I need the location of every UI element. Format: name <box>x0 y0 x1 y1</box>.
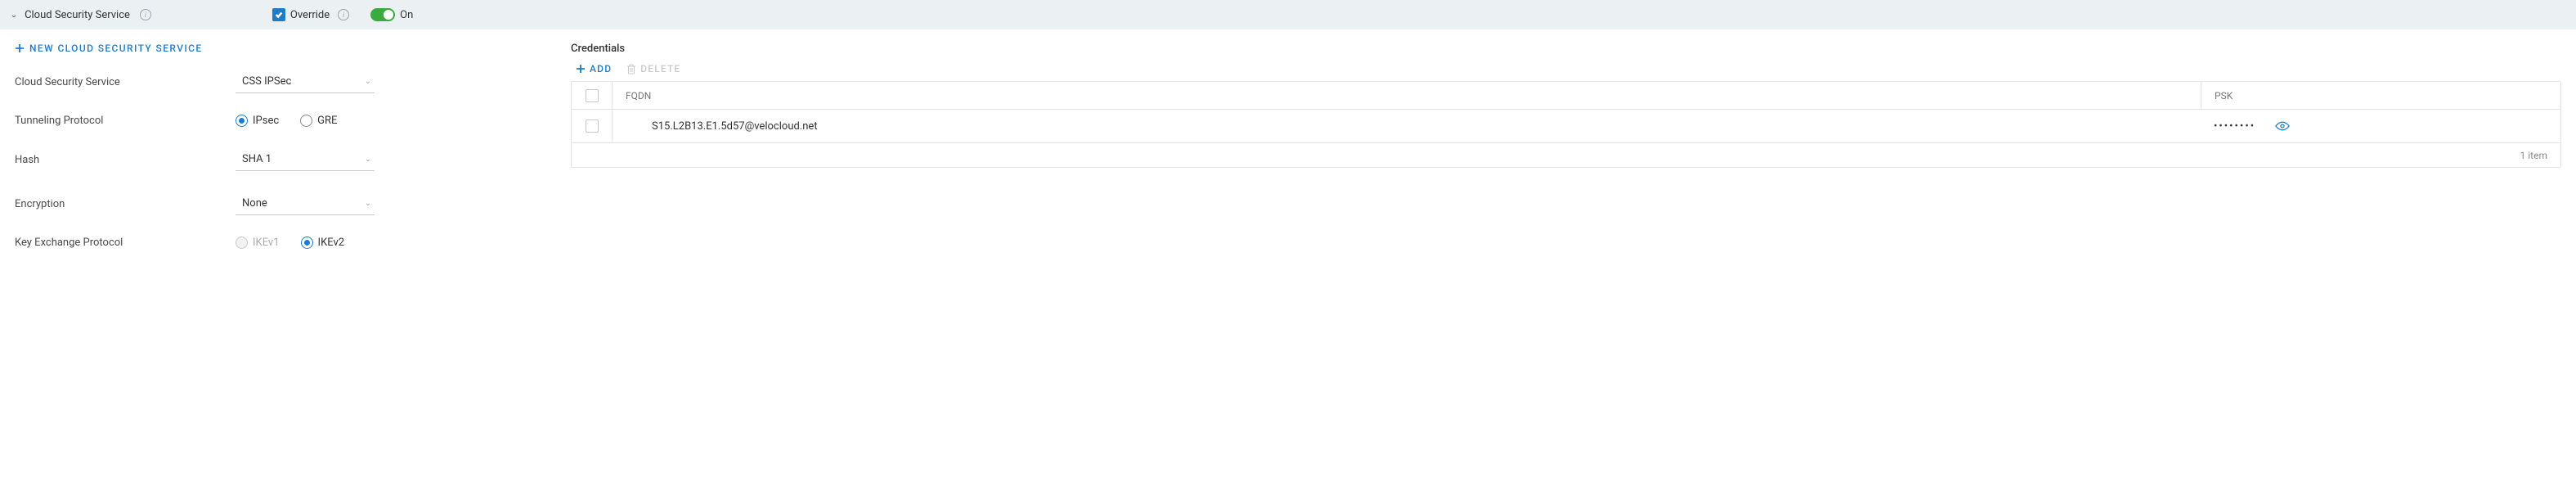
radio-ikev1-label: IKEv1 <box>253 237 280 249</box>
table-row: S15.L2B13.E1.5d57@velocloud.net •••••••• <box>572 110 2560 142</box>
credentials-panel: Credentials ADD DELETE FQDN PSK <box>571 43 2561 249</box>
encryption-label: Encryption <box>15 198 236 210</box>
radio-icon <box>301 237 313 249</box>
radio-icon <box>236 237 248 249</box>
plus-icon <box>576 64 586 74</box>
encryption-select[interactable]: None ⌄ <box>236 192 375 215</box>
radio-ikev2[interactable]: IKEv2 <box>301 237 345 249</box>
radio-gre[interactable]: GRE <box>300 115 337 127</box>
row-checkbox-cell <box>572 110 613 142</box>
info-icon[interactable]: i <box>338 9 349 20</box>
kex-label: Key Exchange Protocol <box>15 237 236 249</box>
radio-ipsec-label: IPsec <box>253 115 279 127</box>
hash-select[interactable]: SHA 1 ⌄ <box>236 148 375 171</box>
toggle-label: On <box>400 9 413 21</box>
caret-down-icon: ⌄ <box>365 199 371 208</box>
row-psk-cell: •••••••• <box>2201 110 2560 142</box>
radio-ipsec[interactable]: IPsec <box>236 115 279 127</box>
section-title: Cloud Security Service <box>25 9 130 21</box>
radio-icon <box>300 115 312 127</box>
row-fqdn: S15.L2B13.E1.5d57@velocloud.net <box>613 110 2201 142</box>
css-label: Cloud Security Service <box>15 76 236 88</box>
table-header: FQDN PSK <box>572 82 2560 110</box>
section-header: ⌄ Cloud Security Service i Override i On <box>0 0 2576 29</box>
radio-icon <box>236 115 248 127</box>
plus-icon <box>15 43 25 53</box>
css-select-value: CSS IPSec <box>242 75 291 88</box>
add-button[interactable]: ADD <box>576 63 612 74</box>
override-group: Override i On <box>272 8 413 21</box>
delete-label: DELETE <box>640 63 680 74</box>
override-checkbox[interactable] <box>272 8 285 21</box>
tunneling-label: Tunneling Protocol <box>15 115 236 127</box>
override-label: Override <box>290 9 330 21</box>
trash-icon <box>626 64 636 74</box>
col-psk: PSK <box>2201 82 2560 109</box>
select-all-cell <box>572 82 613 109</box>
toggle-knob-icon <box>384 10 393 20</box>
hash-select-value: SHA 1 <box>242 153 272 165</box>
enabled-toggle[interactable]: On <box>370 8 413 21</box>
add-label: ADD <box>590 63 612 74</box>
radio-ikev1: IKEv1 <box>236 237 280 249</box>
hash-label: Hash <box>15 154 236 166</box>
delete-button: DELETE <box>626 63 680 74</box>
info-icon[interactable]: i <box>140 9 151 20</box>
select-all-checkbox[interactable] <box>586 89 599 102</box>
chevron-down-icon[interactable]: ⌄ <box>10 10 18 19</box>
col-fqdn: FQDN <box>613 82 2201 109</box>
css-select[interactable]: CSS IPSec ⌄ <box>236 70 375 93</box>
eye-icon[interactable] <box>2275 121 2290 131</box>
toggle-track-icon <box>370 8 395 21</box>
encryption-select-value: None <box>242 197 267 210</box>
caret-down-icon: ⌄ <box>365 77 371 86</box>
new-css-label: NEW CLOUD SECURITY SERVICE <box>29 43 203 54</box>
credentials-table: FQDN PSK S15.L2B13.E1.5d57@velocloud.net… <box>571 81 2561 168</box>
settings-panel: NEW CLOUD SECURITY SERVICE Cloud Securit… <box>15 43 538 249</box>
new-css-button[interactable]: NEW CLOUD SECURITY SERVICE <box>15 43 203 54</box>
row-psk: •••••••• <box>2214 120 2255 133</box>
credentials-title: Credentials <box>571 43 2561 55</box>
radio-ikev2-label: IKEv2 <box>318 237 345 249</box>
radio-gre-label: GRE <box>317 115 337 127</box>
row-checkbox[interactable] <box>586 119 599 133</box>
caret-down-icon: ⌄ <box>365 155 371 164</box>
table-footer: 1 item <box>572 142 2560 167</box>
